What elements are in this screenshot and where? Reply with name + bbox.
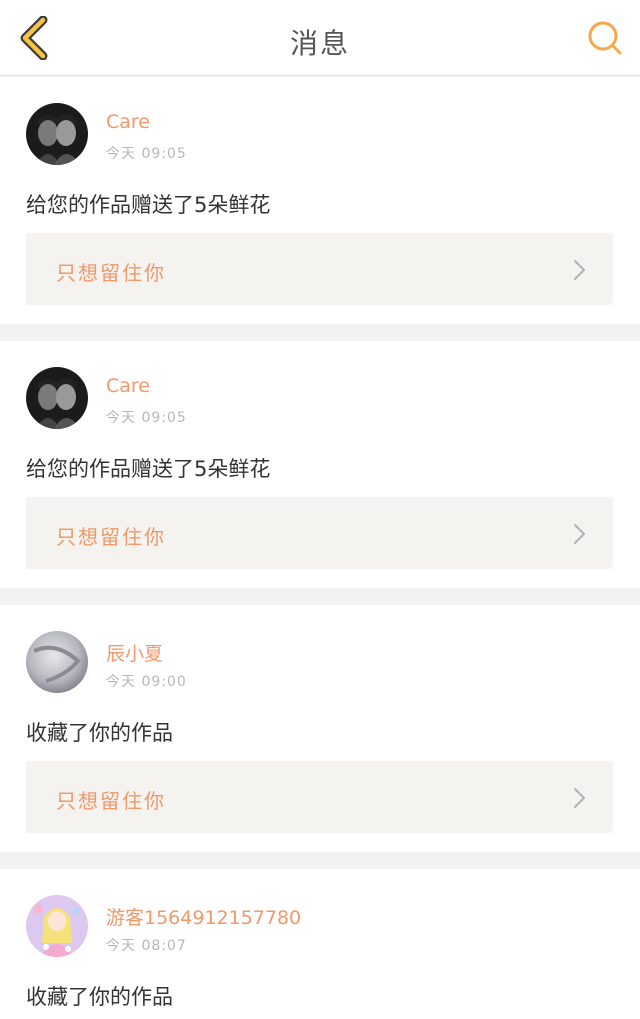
work-link[interactable]: 只想留住你 <box>26 761 613 833</box>
page-title: 消息 <box>289 27 350 60</box>
notification-card: Care 今天 09:05 给您的作品赠送了5朵鲜花 只想留住你 <box>0 341 640 588</box>
work-title: 只想留住你 <box>56 525 166 549</box>
search-button[interactable] <box>582 14 628 62</box>
chevron-right-icon <box>573 787 586 809</box>
notification-list: Care 今天 09:05 给您的作品赠送了5朵鲜花 只想留住你 Care 今天… <box>0 77 640 1019</box>
notification-card: Care 今天 09:05 给您的作品赠送了5朵鲜花 只想留住你 <box>0 77 640 324</box>
top-bar: 消息 <box>0 0 640 76</box>
username[interactable]: Care <box>106 375 150 397</box>
timestamp: 今天 09:00 <box>106 674 187 690</box>
avatar[interactable] <box>26 367 88 429</box>
notification-message: 给您的作品赠送了5朵鲜花 <box>26 457 271 481</box>
username[interactable]: 游客1564912157780 <box>106 903 301 930</box>
notification-card: 辰小夏 今天 09:00 收藏了你的作品 只想留住你 <box>0 605 640 852</box>
timestamp: 今天 09:05 <box>106 410 187 426</box>
notification-message: 给您的作品赠送了5朵鲜花 <box>26 193 271 217</box>
timestamp: 今天 09:05 <box>106 146 187 162</box>
avatar[interactable] <box>26 103 88 165</box>
avatar[interactable] <box>26 631 88 693</box>
work-title: 只想留住你 <box>56 261 166 285</box>
avatar[interactable] <box>26 895 88 957</box>
timestamp: 今天 08:07 <box>106 938 187 954</box>
notification-card: 游客1564912157780 今天 08:07 收藏了你的作品 <box>0 869 640 1019</box>
work-link[interactable]: 只想留住你 <box>26 497 613 569</box>
notification-message: 收藏了你的作品 <box>26 721 173 745</box>
username[interactable]: Care <box>106 111 150 133</box>
notification-message: 收藏了你的作品 <box>26 985 173 1009</box>
work-title: 只想留住你 <box>56 789 166 813</box>
chevron-right-icon <box>573 523 586 545</box>
work-link[interactable]: 只想留住你 <box>26 233 613 305</box>
search-icon <box>588 21 622 55</box>
username[interactable]: 辰小夏 <box>106 639 163 666</box>
chevron-right-icon <box>573 259 586 281</box>
